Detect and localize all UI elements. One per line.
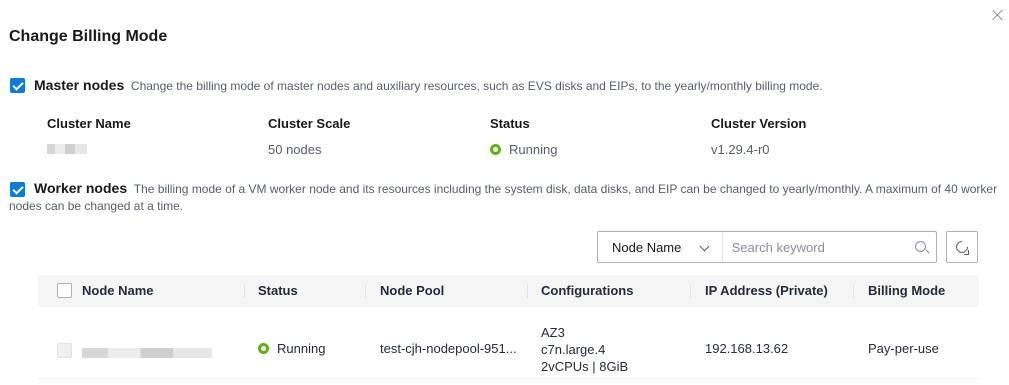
header-divider <box>244 284 245 298</box>
configurations-cell: AZ3 c7n.large.4 2vCPUs | 8GiB <box>541 324 628 375</box>
worker-nodes-checkbox[interactable] <box>10 182 25 197</box>
cluster-scale-column: Cluster Scale 50 nodes <box>268 116 350 157</box>
node-pool-cell: test-cjh-nodepool-951... <box>380 341 517 356</box>
config-spec: 2vCPUs | 8GiB <box>541 359 629 374</box>
header-divider <box>853 284 854 298</box>
cluster-status-value: Running <box>490 142 557 157</box>
redacted-node-name <box>82 348 212 358</box>
cluster-status-text: Running <box>509 142 558 157</box>
header-node-pool[interactable]: Node Pool <box>380 275 444 307</box>
node-status-text: Running <box>277 341 326 356</box>
cluster-version-header: Cluster Version <box>711 116 807 131</box>
close-icon[interactable] <box>991 8 1005 22</box>
header-billing-mode[interactable]: Billing Mode <box>868 275 945 307</box>
cluster-status-column: Status Running <box>490 116 557 157</box>
node-name-cell <box>82 346 212 361</box>
row-checkbox[interactable] <box>57 343 72 358</box>
search-filter-label: Node Name <box>612 239 682 255</box>
cluster-version-column: Cluster Version v1.29.4-r0 <box>711 116 806 157</box>
config-flavor: c7n.large.4 <box>541 342 606 357</box>
header-status[interactable]: Status <box>258 275 298 307</box>
running-status-icon <box>490 144 501 155</box>
header-ip-address[interactable]: IP Address (Private) <box>705 275 828 307</box>
node-search-box: Node Name <box>597 231 937 263</box>
worker-nodes-description: The billing mode of a VM worker node and… <box>9 182 998 213</box>
master-nodes-description: Change the billing mode of master nodes … <box>130 79 823 93</box>
cluster-version-value: v1.29.4-r0 <box>711 142 770 157</box>
redacted-cluster-name <box>47 144 87 154</box>
master-nodes-text: Master nodes Change the billing mode of … <box>34 77 823 93</box>
cluster-name-header: Cluster Name <box>47 116 131 131</box>
table-header: Node Name Status Node Pool Configuration… <box>38 275 979 307</box>
header-configurations[interactable]: Configurations <box>541 275 633 307</box>
ip-address-cell: 192.168.13.62 <box>705 341 789 356</box>
worker-nodes-text: Worker nodes The billing mode of a VM wo… <box>9 180 1004 215</box>
config-az: AZ3 <box>541 325 565 340</box>
cluster-scale-header: Cluster Scale <box>268 116 351 131</box>
node-status-cell: Running <box>258 341 325 356</box>
worker-nodes-label: Worker nodes <box>34 180 128 196</box>
header-node-name[interactable]: Node Name <box>82 275 154 307</box>
cluster-status-header: Status <box>490 116 530 131</box>
search-icon[interactable] <box>908 232 936 262</box>
cluster-name-column: Cluster Name <box>47 116 131 157</box>
cluster-scale-value: 50 nodes <box>268 142 322 157</box>
chevron-down-icon <box>699 241 710 252</box>
cluster-name-value <box>47 142 131 157</box>
header-divider <box>527 284 528 298</box>
header-divider <box>690 284 691 298</box>
search-filter-select[interactable]: Node Name <box>598 232 723 262</box>
dialog-title: Change Billing Mode <box>9 28 168 45</box>
master-nodes-section: Master nodes Change the billing mode of … <box>10 77 823 95</box>
master-nodes-label: Master nodes <box>34 77 125 93</box>
select-all-checkbox[interactable] <box>57 283 72 298</box>
header-divider <box>365 284 366 298</box>
worker-nodes-section: Worker nodes The billing mode of a VM wo… <box>9 180 1004 215</box>
refresh-arrow <box>964 250 969 255</box>
search-input[interactable] <box>722 232 908 262</box>
master-nodes-checkbox[interactable] <box>10 78 25 93</box>
worker-nodes-table: Node Name Status Node Pool Configuration… <box>38 275 979 379</box>
billing-mode-cell: Pay-per-use <box>868 341 939 356</box>
refresh-button[interactable] <box>946 231 978 263</box>
running-status-icon <box>258 343 269 354</box>
table-row: Running test-cjh-nodepool-951... AZ3 c7n… <box>38 307 979 379</box>
